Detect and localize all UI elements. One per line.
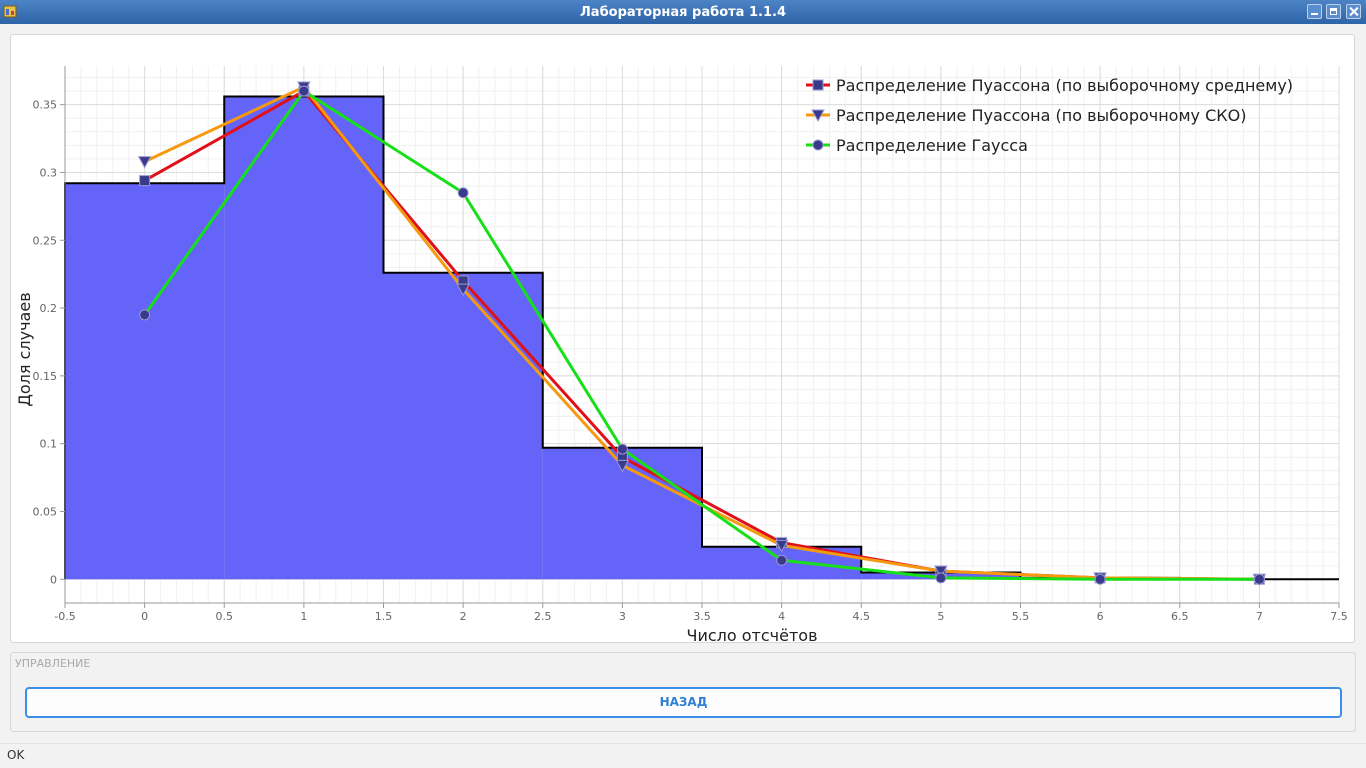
x-tick-label: 7 [1256, 610, 1263, 623]
x-tick-label: 5 [937, 610, 944, 623]
control-group-title: УПРАВЛЕНИЕ [15, 657, 91, 670]
histogram-bar [383, 272, 543, 580]
x-tick-label: 5.5 [1012, 610, 1030, 623]
series-point-3 [1094, 573, 1106, 585]
maximize-button[interactable] [1326, 4, 1341, 19]
x-tick-label: -0.5 [54, 610, 75, 623]
legend-marker [812, 139, 824, 151]
window-titlebar[interactable]: Лабораторная работа 1.1.4 [0, 0, 1366, 24]
series-point-2 [137, 156, 152, 169]
window-title: Лабораторная работа 1.1.4 [580, 5, 786, 20]
x-tick-label: 1 [300, 610, 307, 623]
close-button[interactable] [1346, 4, 1361, 19]
x-tick-label: 7.5 [1330, 610, 1348, 623]
series-point-3 [298, 85, 310, 97]
y-tick-label: 0.1 [40, 438, 58, 451]
legend-label: Распределение Гаусса [836, 136, 1028, 155]
legend-label: Распределение Пуассона (по выборочному С… [836, 106, 1246, 125]
x-tick-label: 0.5 [216, 610, 234, 623]
y-tick-label: 0.25 [33, 234, 58, 247]
series-point-3 [1253, 573, 1265, 585]
x-tick-label: 0 [141, 610, 148, 623]
series-point-3 [935, 572, 947, 584]
distribution-chart: -0.5 0 0.5 1 1.5 2 2.5 3 3.5 4 4.5 5 5.5 6 6.5 7 7.5 0 0.0… [15, 66, 1348, 642]
y-tick-label: 0.35 [33, 99, 58, 112]
x-tick-label: 1.5 [375, 610, 393, 623]
series-point-3 [457, 187, 469, 199]
x-tick-label: 6.5 [1171, 610, 1189, 623]
chart-panel: -0.5 0 0.5 1 1.5 2 2.5 3 3.5 4 4.5 5 5.5 6 6.5 7 7.5 0 0.0… [10, 34, 1355, 643]
x-tick-label: 4 [778, 610, 785, 623]
y-axis-title: Доля случаев [15, 292, 34, 406]
y-tick-label: 0.05 [33, 505, 58, 518]
back-button[interactable]: НАЗАД [25, 687, 1342, 718]
status-text: OK [7, 748, 25, 762]
series-point-3 [616, 443, 628, 455]
series-point-3 [776, 554, 788, 566]
x-tick-label: 2.5 [534, 610, 552, 623]
histogram-bar [65, 183, 225, 580]
y-tick-label: 0.3 [40, 166, 58, 179]
legend-marker [812, 79, 824, 91]
x-tick-label: 3 [619, 610, 626, 623]
control-group: УПРАВЛЕНИЕ НАЗАД [10, 652, 1356, 732]
minimize-button[interactable] [1307, 4, 1322, 19]
x-tick-label: 3.5 [693, 610, 711, 623]
legend-label: Распределение Пуассона (по выборочному с… [836, 76, 1293, 95]
status-bar: OK [0, 743, 1366, 768]
y-tick-label: 0.2 [40, 302, 58, 315]
y-tick-label: 0 [50, 573, 57, 586]
x-axis-title: Число отсчётов [686, 626, 817, 642]
series-point-1 [139, 175, 151, 187]
series-point-3 [139, 309, 151, 321]
y-tick-label: 0.15 [33, 370, 58, 383]
x-tick-label: 4.5 [853, 610, 871, 623]
x-tick-label: 2 [460, 610, 467, 623]
legend: Распределение Пуассона (по выборочному с… [806, 76, 1293, 155]
x-tick-label: 6 [1097, 610, 1104, 623]
